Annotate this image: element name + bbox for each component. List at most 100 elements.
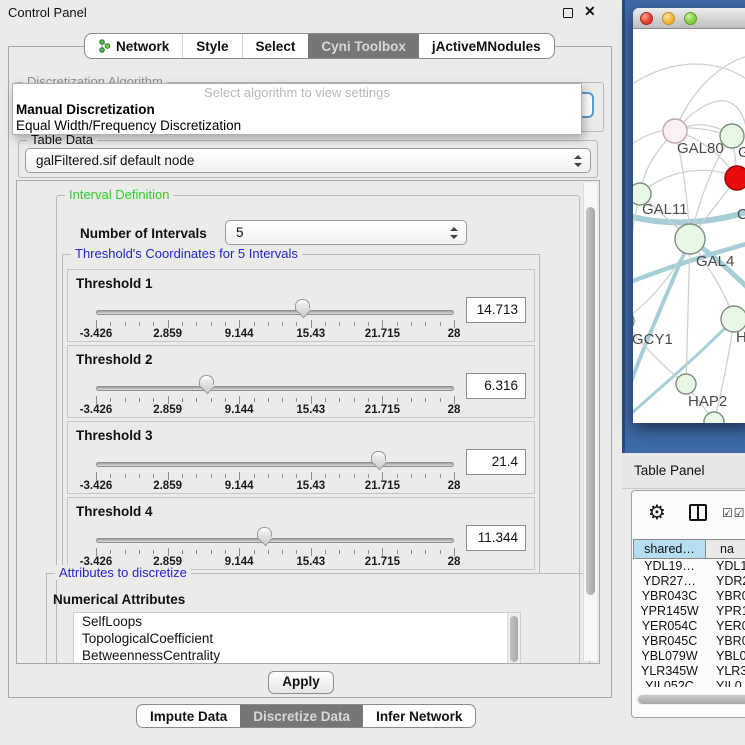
tick-mark	[153, 322, 154, 326]
tick-mark	[354, 322, 355, 326]
minimize-traffic-light-icon[interactable]	[662, 12, 675, 25]
slider-track[interactable]	[96, 538, 454, 543]
tick-mark	[168, 472, 169, 480]
tick-mark	[411, 398, 412, 402]
tab-network[interactable]: Network	[85, 34, 182, 58]
tick-mark	[211, 398, 212, 402]
table-row[interactable]: YBL079WYBL0	[633, 649, 745, 664]
threshold-value-field[interactable]: 6.316	[466, 373, 526, 399]
attribute-item-betweennesscentrality[interactable]: BetweennessCentrality	[74, 647, 520, 664]
network-window-titlebar[interactable]	[633, 8, 745, 29]
algorithm-option-equal-width-frequency-discretization[interactable]: Equal Width/Frequency Discretization	[13, 118, 581, 134]
table-row[interactable]: YBR045CYBR0	[633, 634, 745, 649]
apply-button[interactable]: Apply	[268, 671, 334, 694]
tick-label: 15.43	[296, 556, 325, 568]
cell-name: YIL0	[706, 679, 745, 687]
threshold-value-field[interactable]: 14.713	[466, 297, 526, 323]
table-data-combobox[interactable]: galFiltered.sif default node	[25, 148, 591, 173]
tick-label: 21.715	[365, 328, 400, 340]
cell-shared-name: YIL052C	[633, 679, 706, 687]
zoom-traffic-light-icon[interactable]	[684, 12, 697, 25]
control-panel-titlebar: Control Panel ✕	[0, 0, 622, 26]
select-columns-icon[interactable]: ☑☑	[722, 506, 745, 520]
tab-style[interactable]: Style	[182, 34, 241, 58]
algorithm-option-manual-discretization[interactable]: Manual Discretization	[13, 102, 581, 118]
tick-mark	[354, 474, 355, 478]
column-header-name[interactable]: na	[706, 539, 745, 559]
table-row[interactable]: YDL19…YDL1	[633, 559, 745, 574]
tick-mark	[125, 398, 126, 402]
slider-track[interactable]	[96, 310, 454, 315]
threshold-panel: Threshold 1-3.4262.8599.14415.4321.71528…	[67, 269, 535, 342]
table-row[interactable]: YBR043CYBR0	[633, 589, 745, 604]
tab-label: Style	[196, 39, 228, 54]
tab-select[interactable]: Select	[242, 34, 309, 58]
threshold-value-field[interactable]: 21.4	[466, 449, 526, 475]
close-icon[interactable]: ✕	[584, 3, 596, 20]
table-row[interactable]: YDR27…YDR2	[633, 574, 745, 589]
tab-impute-data[interactable]: Impute Data	[137, 705, 240, 727]
network-view-window: GAL80GAGAL11CGAL4GCY1HHAP2	[633, 8, 745, 423]
attribute-item-selfloops[interactable]: SelfLoops	[74, 613, 520, 630]
column-header-shared-name[interactable]: shared…	[633, 539, 706, 559]
tick-label: 2.859	[153, 328, 182, 340]
slider-thumb[interactable]	[199, 375, 214, 387]
split-view-icon[interactable]	[689, 504, 707, 521]
cell-name: YPR1	[706, 604, 745, 619]
threshold-panel: Threshold 3-3.4262.8599.14415.4321.71528…	[67, 421, 535, 494]
threshold-value-field[interactable]: 11.344	[466, 525, 526, 551]
tab-label: jActiveMNodules	[432, 39, 541, 54]
slider-track[interactable]	[96, 386, 454, 391]
tick-mark	[211, 322, 212, 326]
slider-thumb[interactable]	[257, 527, 272, 539]
table-row[interactable]: YER054CYER0	[633, 619, 745, 634]
node-label-ga: GA	[738, 144, 745, 161]
tab-cyni-toolbox[interactable]: Cyni Toolbox	[308, 34, 419, 58]
table-row[interactable]: YIL052CYIL0	[633, 679, 745, 687]
settings-vertical-scrollbar[interactable]	[583, 183, 597, 661]
tick-mark	[454, 472, 455, 480]
slider-track[interactable]	[96, 462, 454, 467]
slider-tick-labels: -3.4262.8599.14415.4321.71528	[96, 480, 454, 492]
tick-mark	[440, 474, 441, 478]
red-node[interactable]	[725, 166, 745, 190]
tab-infer-network[interactable]: Infer Network	[363, 705, 475, 727]
table-header-row: shared… na	[633, 539, 745, 559]
network-canvas[interactable]: GAL80GAGAL11CGAL4GCY1HHAP2	[633, 29, 745, 423]
number-of-intervals-combobox[interactable]: 5	[225, 220, 467, 245]
tick-mark	[125, 550, 126, 554]
attributes-scrollbar[interactable]	[507, 613, 520, 664]
threshold-label: Threshold 4	[76, 504, 153, 519]
tick-mark	[268, 550, 269, 554]
algorithm-placeholder-option[interactable]: Select algorithm to view settings	[13, 84, 581, 102]
numerical-attributes-label: Numerical Attributes	[53, 592, 185, 607]
slider-thumb[interactable]	[371, 451, 386, 463]
network-icon	[98, 39, 111, 53]
tick-mark	[325, 550, 326, 554]
node-label-gcy1: GCY1	[633, 331, 673, 348]
tick-mark	[282, 398, 283, 402]
gear-icon[interactable]: ⚙	[648, 500, 666, 524]
close-traffic-light-icon[interactable]	[640, 12, 653, 25]
tick-mark	[254, 474, 255, 478]
hap2-node[interactable]	[676, 374, 696, 394]
tick-mark	[296, 398, 297, 402]
settings-scroll-area: Interval Definition Number of Intervals …	[16, 180, 600, 664]
tick-mark	[368, 550, 369, 554]
tick-mark	[96, 548, 97, 556]
table-horizontal-scrollbar[interactable]	[636, 694, 745, 705]
table-row[interactable]: YPR145WYPR1	[633, 604, 745, 619]
table-row[interactable]: YLR345WYLR3	[633, 664, 745, 679]
tick-mark	[139, 550, 140, 554]
tab-label: Infer Network	[376, 709, 462, 724]
bottom-node[interactable]	[704, 412, 724, 423]
gal4-node[interactable]	[675, 224, 705, 254]
table-toolbar: ⚙ ☑☑	[632, 491, 745, 537]
tab-jactivemnodules[interactable]: jActiveMNodules	[419, 34, 554, 58]
numerical-attributes-list[interactable]: SelfLoopsTopologicalCoefficientBetweenne…	[73, 612, 521, 664]
slider-thumb[interactable]	[295, 299, 310, 311]
control-panel: Control Panel ✕ Network Style SelectCyni T…	[0, 0, 622, 745]
float-icon[interactable]	[563, 8, 573, 18]
tab-discretize-data[interactable]: Discretize Data	[240, 705, 363, 727]
attribute-item-topologicalcoefficient[interactable]: TopologicalCoefficient	[74, 630, 520, 647]
